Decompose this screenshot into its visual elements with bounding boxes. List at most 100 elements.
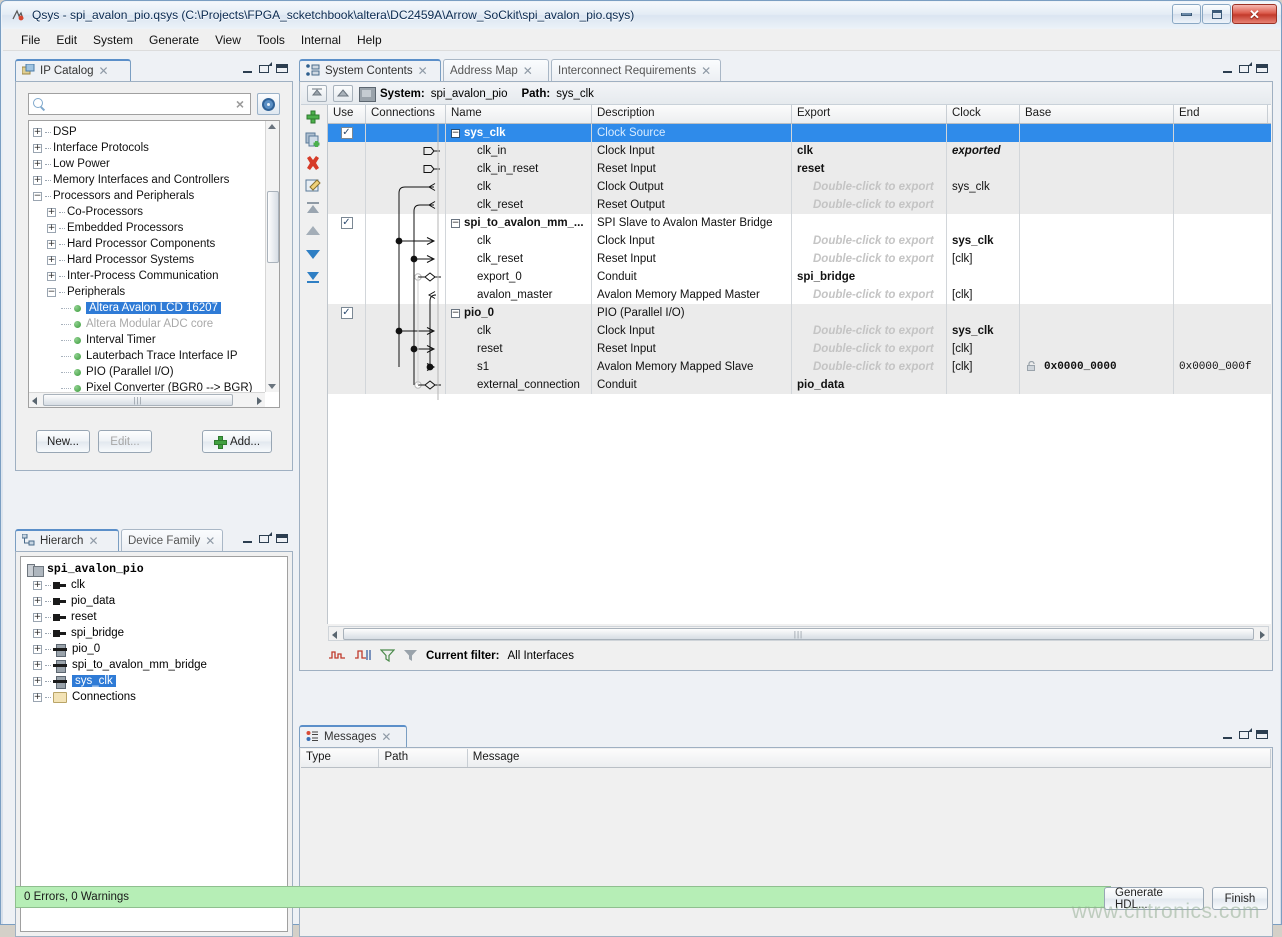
column-header-base[interactable]: Base xyxy=(1020,105,1174,123)
add-button[interactable]: Add... xyxy=(202,430,272,453)
move-to-bottom-icon[interactable] xyxy=(305,270,323,287)
finish-button[interactable]: Finish xyxy=(1212,887,1268,910)
collapse-icon[interactable]: − xyxy=(47,288,56,297)
column-header-name[interactable]: Name xyxy=(446,105,592,123)
panel-maximize-icon[interactable] xyxy=(1256,730,1268,739)
connections-cell[interactable] xyxy=(366,286,446,304)
tab-interconnect-requirements[interactable]: Interconnect Requirements ✕ xyxy=(551,59,721,81)
menu-internal[interactable]: Internal xyxy=(293,31,349,49)
table-row[interactable]: s1Avalon Memory Mapped SlaveDouble-click… xyxy=(328,358,1271,376)
connections-cell[interactable] xyxy=(366,358,446,376)
base-cell[interactable] xyxy=(1020,160,1174,178)
connections-cell[interactable] xyxy=(366,142,446,160)
tab-device-family[interactable]: Device Family ✕ xyxy=(121,529,223,551)
move-to-top-icon[interactable] xyxy=(305,201,323,218)
hierarchy-node[interactable]: spi_avalon_pio xyxy=(21,561,287,577)
scroll-up-icon[interactable] xyxy=(268,124,276,129)
menu-tools[interactable]: Tools xyxy=(249,31,293,49)
export-cell[interactable]: Double-click to export xyxy=(792,322,947,340)
clear-filter-icon[interactable] xyxy=(403,648,418,665)
panel-float-icon[interactable] xyxy=(259,535,269,543)
menu-system[interactable]: System xyxy=(85,31,141,49)
catalog-item[interactable]: Interval Timer xyxy=(33,332,265,348)
table-row[interactable]: ✓−spi_to_avalon_mm_...SPI Slave to Avalo… xyxy=(328,214,1271,232)
catalog-category[interactable]: +Inter-Process Communication xyxy=(33,268,265,284)
base-cell[interactable] xyxy=(1020,250,1174,268)
vscroll-thumb[interactable] xyxy=(267,191,279,263)
close-icon[interactable]: ✕ xyxy=(381,730,391,744)
collapse-icon[interactable]: − xyxy=(451,219,460,228)
scroll-left-icon[interactable] xyxy=(332,631,337,639)
table-row[interactable]: resetReset InputDouble-click to export[c… xyxy=(328,340,1271,358)
export-cell[interactable]: Double-click to export xyxy=(792,232,947,250)
hierarchy-node[interactable]: +spi_to_avalon_mm_bridge xyxy=(21,657,287,673)
catalog-category[interactable]: −Processors and Peripherals xyxy=(33,188,265,204)
expand-icon[interactable]: + xyxy=(47,272,56,281)
panel-minimize-icon[interactable] xyxy=(243,71,252,73)
close-icon[interactable]: ✕ xyxy=(418,64,428,78)
export-cell[interactable] xyxy=(792,124,947,142)
collapse-icon[interactable]: − xyxy=(33,192,42,201)
expand-icon[interactable]: + xyxy=(33,645,42,654)
use-checkbox[interactable]: ✓ xyxy=(341,307,353,319)
export-cell[interactable]: Double-click to export xyxy=(792,358,947,376)
search-input[interactable] xyxy=(49,97,234,111)
connections-cell[interactable] xyxy=(366,196,446,214)
clock-cell[interactable]: exported xyxy=(947,142,1020,160)
expand-icon[interactable]: + xyxy=(33,176,42,185)
clock-cell[interactable]: [clk] xyxy=(947,340,1020,358)
connections-cell[interactable] xyxy=(366,376,446,394)
collapse-icon[interactable]: − xyxy=(451,129,460,138)
catalog-category[interactable]: +Memory Interfaces and Controllers xyxy=(33,172,265,188)
search-box[interactable]: × xyxy=(28,93,251,115)
export-cell[interactable]: pio_data xyxy=(792,376,947,394)
hierarchy-node[interactable]: +spi_bridge xyxy=(21,625,287,641)
menu-edit[interactable]: Edit xyxy=(48,31,85,49)
clock-cell[interactable] xyxy=(947,304,1020,322)
export-cell[interactable] xyxy=(792,304,947,322)
base-cell[interactable] xyxy=(1020,304,1174,322)
close-icon[interactable]: ✕ xyxy=(701,64,711,78)
export-cell[interactable]: Double-click to export xyxy=(792,178,947,196)
export-cell[interactable]: reset xyxy=(792,160,947,178)
expand-icon[interactable]: + xyxy=(33,613,42,622)
table-body[interactable]: ✓−sys_clkClock Sourceclk_inClock Inputcl… xyxy=(328,124,1271,394)
scroll-left-icon[interactable] xyxy=(32,397,37,405)
catalog-category[interactable]: +Hard Processor Systems xyxy=(33,252,265,268)
system-contents-table[interactable]: UseConnectionsNameDescriptionExportClock… xyxy=(327,105,1271,624)
catalog-category[interactable]: +DSP xyxy=(33,124,265,140)
close-icon[interactable]: ✕ xyxy=(99,64,109,78)
table-row[interactable]: export_0Conduitspi_bridge xyxy=(328,268,1271,286)
clock-cell[interactable] xyxy=(947,268,1020,286)
panel-maximize-icon[interactable] xyxy=(276,64,288,73)
catalog-settings-button[interactable] xyxy=(257,93,280,115)
connections-cell[interactable] xyxy=(366,178,446,196)
collapse-all-button[interactable] xyxy=(307,85,327,102)
table-row[interactable]: external_connectionConduitpio_data xyxy=(328,376,1271,394)
column-header-description[interactable]: Description xyxy=(592,105,792,123)
export-cell[interactable]: Double-click to export xyxy=(792,196,947,214)
base-cell[interactable] xyxy=(1020,124,1174,142)
catalog-category[interactable]: +Hard Processor Components xyxy=(33,236,265,252)
connections-cell[interactable] xyxy=(366,160,446,178)
panel-minimize-icon[interactable] xyxy=(243,541,252,543)
hierarchy-node[interactable]: +sys_clk xyxy=(21,673,287,689)
expand-icon[interactable]: + xyxy=(33,693,42,702)
menu-help[interactable]: Help xyxy=(349,31,390,49)
filter-icon[interactable] xyxy=(380,648,395,665)
use-checkbox[interactable]: ✓ xyxy=(341,127,353,139)
base-cell[interactable] xyxy=(1020,178,1174,196)
ip-catalog-vscrollbar[interactable] xyxy=(265,121,279,392)
expand-icon[interactable]: + xyxy=(33,677,42,686)
export-cell[interactable]: Double-click to export xyxy=(792,286,947,304)
expand-icon[interactable]: + xyxy=(33,597,42,606)
lock-icon[interactable] xyxy=(1027,361,1036,374)
show-signals-icon[interactable] xyxy=(328,648,346,665)
base-cell[interactable] xyxy=(1020,340,1174,358)
table-row[interactable]: clk_in_resetReset Inputreset xyxy=(328,160,1271,178)
clock-cell[interactable]: [clk] xyxy=(947,286,1020,304)
edit-button[interactable]: Edit... xyxy=(98,430,152,453)
tab-ip-catalog[interactable]: IP Catalog ✕ xyxy=(15,59,131,81)
clock-cell[interactable] xyxy=(947,124,1020,142)
column-header-end[interactable]: End xyxy=(1174,105,1268,123)
